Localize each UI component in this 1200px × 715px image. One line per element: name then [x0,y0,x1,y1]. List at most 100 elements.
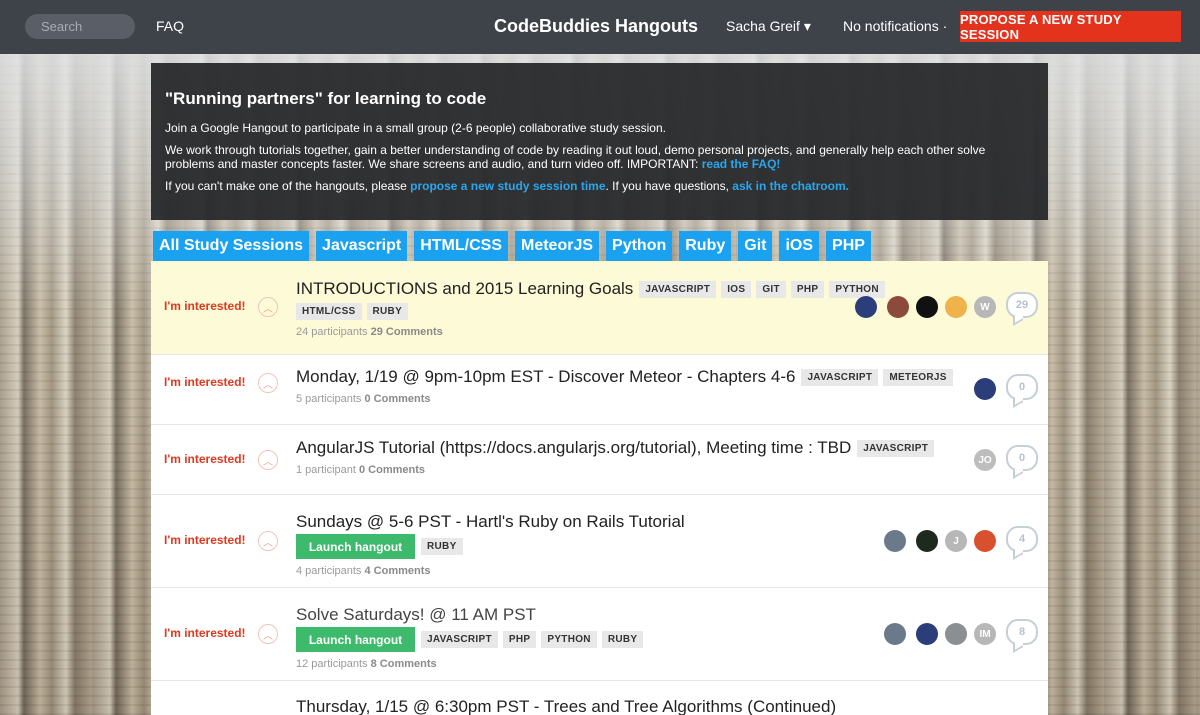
intro-paragraph-3: If you can't make one of the hangouts, p… [165,179,1034,193]
tab-javascript[interactable]: Javascript [316,231,408,261]
avatar[interactable] [884,623,906,645]
session-tag[interactable]: PHP [790,280,825,298]
faq-inline-link[interactable]: read the FAQ! [702,157,781,171]
avatar[interactable] [916,623,938,645]
comment-bubble-icon[interactable]: 0 [1006,374,1038,400]
session-tag[interactable]: JAVASCRIPT [857,439,935,457]
avatar[interactable]: JO [974,449,996,471]
avatar[interactable] [945,296,967,318]
session-tag[interactable]: JAVASCRIPT [421,631,498,648]
participants-count: 4 participants [296,565,362,577]
tab-php[interactable]: PHP [826,231,871,261]
tab-ruby[interactable]: Ruby [679,231,732,261]
tab-ios[interactable]: iOS [779,231,820,261]
upvote-chevron-icon[interactable]: ︿ [258,297,278,317]
propose-inline-link[interactable]: propose a new study session time [410,179,605,193]
comments-count[interactable]: 4 Comments [365,565,431,577]
tab-python[interactable]: Python [606,231,673,261]
avatar[interactable]: IM [974,623,996,645]
session-tag[interactable]: RUBY [421,538,463,555]
search-input[interactable] [25,14,135,39]
notifications-menu[interactable]: No notifications · [843,18,947,34]
avatar[interactable] [916,296,938,318]
user-menu[interactable]: Sacha Greif ▾ [726,18,811,35]
interested-button[interactable]: I'm interested! [164,626,246,640]
session-tag[interactable]: GIT [756,280,786,298]
session-row: I'm interested! ︿ AngularJS Tutorial (ht… [151,425,1048,495]
session-title[interactable]: Sundays @ 5-6 PST - Hartl's Ruby on Rail… [296,512,685,532]
session-tag[interactable]: PYTHON [829,280,885,298]
tab-meteorjs[interactable]: MeteorJS [515,231,600,261]
upvote-chevron-icon[interactable]: ︿ [258,450,278,470]
session-tag[interactable]: HTML/CSS [296,303,362,320]
session-tag[interactable]: RUBY [601,631,644,648]
propose-session-button[interactable]: PROPOSE A NEW STUDY SESSION [960,11,1181,42]
interested-button[interactable]: I'm interested! [164,299,246,313]
comments-count[interactable]: 0 Comments [359,464,425,476]
avatar[interactable] [884,530,906,552]
upvote-chevron-icon[interactable]: ︿ [258,624,278,644]
participant-avatars: JO [967,449,996,471]
faq-link[interactable]: FAQ [156,18,184,34]
session-title-line: Sundays @ 5-6 PST - Hartl's Ruby on Rail… [296,512,986,532]
tab-html-css[interactable]: HTML/CSS [414,231,508,261]
intro-p3-text-b: . If you have questions, [605,179,733,193]
category-tabs: All Study Sessions Javascript HTML/CSS M… [153,231,878,261]
session-title[interactable]: AngularJS Tutorial (https://docs.angular… [296,438,851,458]
session-tag[interactable]: RUBY [366,303,409,320]
session-tag[interactable]: PHP [502,631,537,648]
upvote-chevron-icon[interactable]: ︿ [258,531,278,551]
session-meta: 24 participants 29 Comments [296,326,986,338]
chatroom-link[interactable]: ask in the chatroom. [732,179,849,193]
comments-count[interactable]: 0 Comments [365,393,431,405]
avatar[interactable] [974,530,996,552]
session-row: I'm interested! ︿ Solve Saturdays! @ 11 … [151,588,1048,681]
session-row: I'm interested! ︿ Monday, 1/19 @ 9pm-10p… [151,355,1048,425]
avatar[interactable] [974,378,996,400]
session-content: Thursday, 1/15 @ 6:30pm PST - Trees and … [296,697,986,715]
session-meta: 5 participants 0 Comments [296,393,986,405]
participant-avatars: J [877,530,996,552]
comment-bubble-icon[interactable]: 4 [1006,526,1038,552]
launch-hangout-button[interactable]: Launch hangout [296,627,415,652]
session-tag[interactable]: IOS [721,280,752,298]
session-tag[interactable]: PYTHON [541,631,597,648]
session-title[interactable]: Solve Saturdays! @ 11 AM PST [296,605,536,625]
avatar[interactable] [887,296,909,318]
session-tag[interactable]: METEORJS [883,368,953,386]
avatar[interactable] [945,623,967,645]
avatar[interactable]: W [974,296,996,318]
participant-avatars: IM [877,623,996,645]
avatar[interactable]: J [945,530,967,552]
intro-p2-text: We work through tutorials together, gain… [165,143,986,171]
session-tag[interactable]: JAVASCRIPT [639,280,717,298]
comment-bubble-icon[interactable]: 8 [1006,619,1038,645]
site-title[interactable]: CodeBuddies Hangouts [494,16,698,37]
session-title[interactable]: Thursday, 1/15 @ 6:30pm PST - Trees and … [296,697,836,715]
comments-count[interactable]: 29 Comments [371,326,443,338]
top-navbar: FAQ CodeBuddies Hangouts Sacha Greif ▾ N… [0,0,1200,54]
intro-paragraph-2: We work through tutorials together, gain… [165,143,1034,171]
session-row: I'm interested! ︿ INTRODUCTIONS and 2015… [151,261,1048,355]
interested-button[interactable]: I'm interested! [164,375,246,389]
upvote-chevron-icon[interactable]: ︿ [258,373,278,393]
comment-bubble-icon[interactable]: 0 [1006,445,1038,471]
launch-hangout-button[interactable]: Launch hangout [296,534,415,559]
tab-git[interactable]: Git [738,231,773,261]
interested-button[interactable]: I'm interested! [164,533,246,547]
interested-button[interactable]: I'm interested! [164,452,246,466]
avatar[interactable] [916,530,938,552]
intro-paragraph-1: Join a Google Hangout to participate in … [165,121,666,135]
avatar[interactable] [855,296,877,318]
participant-avatars [967,378,996,400]
session-title-line: Solve Saturdays! @ 11 AM PST [296,605,986,625]
participants-count: 24 participants [296,326,368,338]
session-row: I'm interested! ︿ Sundays @ 5-6 PST - Ha… [151,495,1048,588]
comments-count[interactable]: 8 Comments [371,658,437,670]
session-title[interactable]: INTRODUCTIONS and 2015 Learning Goals [296,279,633,299]
session-title[interactable]: Monday, 1/19 @ 9pm-10pm EST - Discover M… [296,367,795,387]
tab-all-study-sessions[interactable]: All Study Sessions [153,231,310,261]
session-tag[interactable]: JAVASCRIPT [801,368,879,386]
session-list: I'm interested! ︿ INTRODUCTIONS and 2015… [151,261,1048,715]
comment-bubble-icon[interactable]: 29 [1006,292,1038,318]
